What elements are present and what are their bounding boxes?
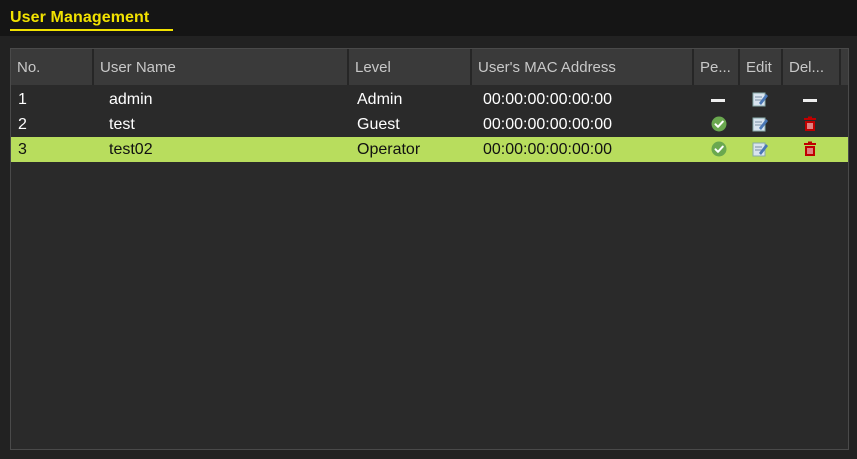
cell-user-name: test bbox=[109, 116, 135, 133]
edit-icon[interactable] bbox=[752, 141, 768, 157]
cell-mac-address: 00:00:00:00:00:00 bbox=[483, 91, 613, 108]
header-edit: Edit bbox=[740, 49, 783, 85]
table-row-selected[interactable]: 3 test02 Operator 00:00:00:00:00:00 bbox=[11, 137, 848, 162]
table-header: No. User Name Level User's MAC Address P… bbox=[11, 49, 848, 85]
cell-level: Guest bbox=[357, 116, 400, 133]
header-user-name: User Name bbox=[94, 49, 349, 85]
page-title: User Management bbox=[10, 9, 150, 26]
table-row[interactable]: 1 admin Admin 00:00:00:00:00:00 bbox=[11, 87, 848, 112]
title-bar: User Management bbox=[0, 0, 857, 36]
cell-mac-address: 00:00:00:00:00:00 bbox=[483, 141, 613, 158]
cell-level: Admin bbox=[357, 91, 403, 108]
trash-icon[interactable] bbox=[802, 116, 818, 132]
check-icon[interactable] bbox=[711, 141, 727, 157]
cell-no: 2 bbox=[18, 116, 27, 133]
header-level: Level bbox=[349, 49, 472, 85]
trash-icon[interactable] bbox=[802, 141, 818, 157]
check-icon[interactable] bbox=[711, 116, 727, 132]
header-permission: Pe... bbox=[694, 49, 740, 85]
cell-user-name: test02 bbox=[109, 141, 153, 158]
title-underline bbox=[10, 29, 173, 31]
cell-mac-address: 00:00:00:00:00:00 bbox=[483, 116, 613, 133]
edit-icon[interactable] bbox=[752, 116, 768, 132]
table-row[interactable]: 2 test Guest 00:00:00:00:00:00 bbox=[11, 112, 848, 137]
header-no: No. bbox=[11, 49, 94, 85]
edit-icon[interactable] bbox=[752, 91, 768, 107]
cell-level: Operator bbox=[357, 141, 421, 158]
cell-no: 3 bbox=[18, 141, 27, 158]
user-management-window: User Management No. User Name Level User… bbox=[0, 0, 857, 459]
cell-user-name: admin bbox=[109, 91, 153, 108]
header-delete: Del... bbox=[783, 49, 841, 85]
cell-no: 1 bbox=[18, 91, 27, 108]
user-table: No. User Name Level User's MAC Address P… bbox=[10, 48, 849, 450]
delete-none-icon bbox=[803, 99, 817, 102]
permission-none-icon bbox=[711, 99, 725, 102]
header-mac-address: User's MAC Address bbox=[472, 49, 694, 85]
